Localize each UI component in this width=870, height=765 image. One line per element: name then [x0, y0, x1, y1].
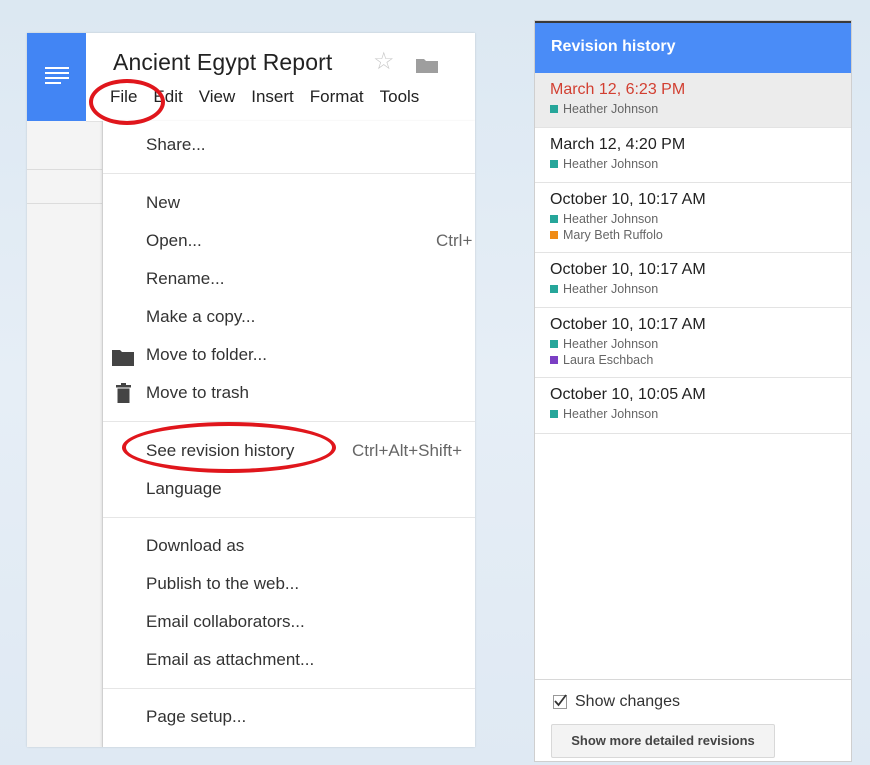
- menu-item-download-as[interactable]: Download as: [146, 536, 244, 556]
- menu-item-share[interactable]: Share...: [146, 135, 206, 155]
- left-gutter: [27, 121, 102, 747]
- revision-history-header: Revision history: [535, 21, 851, 73]
- revision-author: Heather Johnson: [550, 212, 658, 226]
- revision-author: Heather Johnson: [550, 337, 658, 351]
- user-color-swatch: [550, 340, 558, 348]
- menu-format[interactable]: Format: [310, 87, 364, 107]
- annotation-circle-file: [89, 79, 165, 125]
- revision-time: October 10, 10:17 AM: [550, 261, 706, 278]
- revision-item[interactable]: March 12, 6:23 PM Heather Johnson: [535, 73, 851, 128]
- revision-item[interactable]: October 10, 10:17 AM Heather Johnson Mar…: [535, 183, 851, 253]
- menu-item-page-setup[interactable]: Page setup...: [146, 707, 246, 727]
- menu-item-language[interactable]: Language: [146, 479, 222, 499]
- revision-time: October 10, 10:17 AM: [550, 191, 706, 208]
- star-icon[interactable]: ☆: [373, 47, 395, 76]
- author-name: Heather Johnson: [563, 157, 659, 171]
- show-changes-checkbox[interactable]: [553, 694, 567, 709]
- show-more-detailed-revisions-button[interactable]: Show more detailed revisions: [551, 724, 775, 758]
- author-name: Heather Johnson: [563, 407, 659, 421]
- revision-history-footer: Show changes Show more detailed revision…: [535, 679, 851, 761]
- annotation-circle-revision-history: [122, 422, 336, 473]
- revision-history-title: Revision history: [551, 38, 676, 55]
- revision-time: March 12, 4:20 PM: [550, 136, 686, 153]
- docs-logo-icon[interactable]: [27, 33, 86, 121]
- author-name: Mary Beth Ruffolo: [563, 228, 663, 242]
- user-color-swatch: [550, 356, 558, 364]
- author-name: Heather Johnson: [563, 212, 659, 226]
- menu-tools[interactable]: Tools: [380, 87, 420, 107]
- menu-separator: [103, 173, 475, 174]
- author-name: Laura Eschbach: [563, 353, 654, 367]
- menu-item-move-to-folder[interactable]: Move to folder...: [146, 345, 267, 365]
- menu-item-publish-to-web[interactable]: Publish to the web...: [146, 574, 299, 594]
- menu-view[interactable]: View: [199, 87, 236, 107]
- revision-author: Heather Johnson: [550, 282, 658, 296]
- menu-item-move-to-trash[interactable]: Move to trash: [146, 383, 249, 403]
- open-shortcut: Ctrl+: [436, 231, 473, 250]
- revision-author: Heather Johnson: [550, 407, 658, 421]
- user-color-swatch: [550, 105, 558, 113]
- revision-author: Heather Johnson: [550, 157, 658, 171]
- revision-author: Heather Johnson: [550, 102, 658, 116]
- revision-history-panel: Revision history March 12, 6:23 PM Heath…: [534, 20, 852, 762]
- author-name: Heather Johnson: [563, 102, 659, 116]
- user-color-swatch: [550, 410, 558, 418]
- user-color-swatch: [550, 215, 558, 223]
- revision-item[interactable]: March 12, 4:20 PM Heather Johnson: [535, 128, 851, 183]
- show-changes-label[interactable]: Show changes: [575, 693, 680, 711]
- menu-insert[interactable]: Insert: [251, 87, 294, 107]
- revision-item[interactable]: October 10, 10:17 AM Heather Johnson: [535, 253, 851, 308]
- user-color-swatch: [550, 160, 558, 168]
- revision-author: Mary Beth Ruffolo: [550, 228, 663, 242]
- menu-item-make-copy[interactable]: Make a copy...: [146, 307, 255, 327]
- folder-icon: [112, 350, 134, 366]
- menu-separator: [103, 421, 475, 422]
- revision-time: March 12, 6:23 PM: [550, 81, 686, 98]
- revision-item[interactable]: October 10, 10:05 AM Heather Johnson: [535, 378, 851, 434]
- revision-history-shortcut: Ctrl+Alt+Shift+: [352, 441, 463, 460]
- revision-item[interactable]: October 10, 10:17 AM Heather Johnson Lau…: [535, 308, 851, 378]
- revision-time: October 10, 10:17 AM: [550, 316, 706, 333]
- user-color-swatch: [550, 231, 558, 239]
- menu-item-rename[interactable]: Rename...: [146, 269, 224, 289]
- revision-time: October 10, 10:05 AM: [550, 386, 706, 403]
- menu-item-email-collaborators[interactable]: Email collaborators...: [146, 612, 305, 632]
- menu-item-email-as-attachment[interactable]: Email as attachment...: [146, 650, 314, 670]
- author-name: Heather Johnson: [563, 282, 659, 296]
- trash-icon: [116, 383, 131, 403]
- menu-separator: [103, 688, 475, 689]
- menu-item-open[interactable]: Open...: [146, 231, 202, 251]
- revision-author: Laura Eschbach: [550, 353, 653, 367]
- menu-item-new[interactable]: New: [146, 193, 180, 213]
- user-color-swatch: [550, 285, 558, 293]
- folder-icon[interactable]: [416, 57, 438, 73]
- menu-separator: [103, 517, 475, 518]
- checkmark-icon: [554, 694, 567, 707]
- docs-window: Ancient Egypt Report ☆ File Edit View Inser…: [27, 33, 475, 747]
- document-title[interactable]: Ancient Egypt Report: [113, 49, 332, 76]
- author-name: Heather Johnson: [563, 337, 659, 351]
